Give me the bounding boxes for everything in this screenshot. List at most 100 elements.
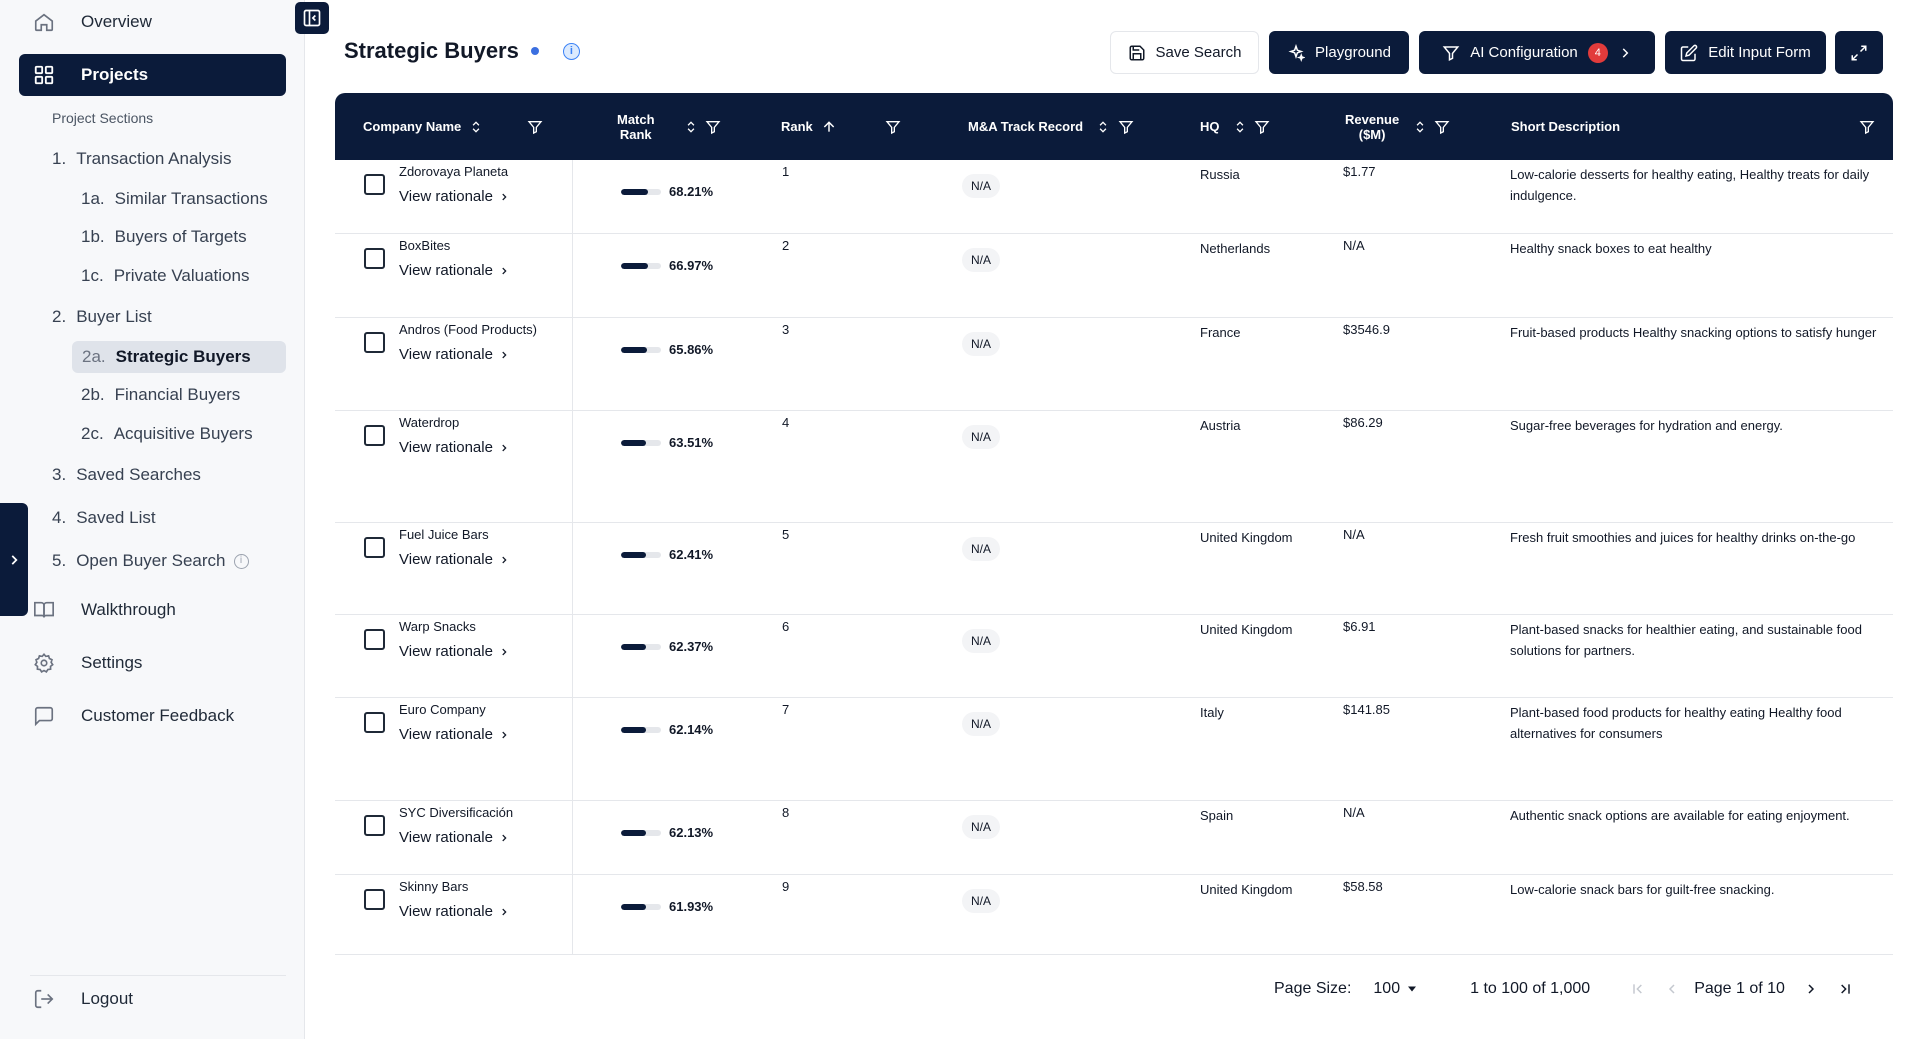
row-checkbox[interactable] (364, 815, 385, 836)
row-checkbox[interactable] (364, 332, 385, 353)
section-buyer-list[interactable]: 2. Buyer List (52, 301, 152, 333)
short-description: Sugar-free beverages for hydration and e… (1510, 418, 1783, 433)
column-company-name[interactable]: Company Name (363, 93, 483, 160)
row-checkbox[interactable] (364, 174, 385, 195)
view-rationale-link[interactable]: View rationale (399, 829, 509, 846)
page-title-text: Strategic Buyers (344, 38, 519, 63)
row-checkbox[interactable] (364, 425, 385, 446)
ai-configuration-label: AI Configuration (1470, 44, 1578, 61)
section-financial-buyers[interactable]: 2b. Financial Buyers (81, 379, 240, 411)
project-sections-label: Project Sections (52, 110, 154, 126)
row-checkbox[interactable] (364, 537, 385, 558)
nav-logout[interactable]: Logout (19, 978, 286, 1020)
row-checkbox[interactable] (364, 889, 385, 910)
filter-icon[interactable] (1434, 119, 1450, 135)
view-rationale-link[interactable]: View rationale (399, 903, 509, 920)
arrow-up-icon[interactable] (821, 119, 837, 135)
collapse-sidebar-button[interactable] (295, 2, 329, 34)
section-saved-searches[interactable]: 3. Saved Searches (52, 459, 201, 491)
sort-icon[interactable] (1096, 120, 1110, 134)
column-rank[interactable]: Rank (781, 93, 837, 160)
row-checkbox[interactable] (364, 248, 385, 269)
page-size-select[interactable]: 100 (1373, 980, 1418, 998)
edit-input-form-button[interactable]: Edit Input Form (1665, 31, 1826, 74)
filter-icon[interactable] (705, 119, 721, 135)
nav-settings[interactable]: Settings (19, 642, 286, 684)
info-icon[interactable]: i (233, 553, 249, 569)
filter-icon[interactable] (1118, 119, 1134, 135)
view-rationale-link[interactable]: View rationale (399, 346, 509, 363)
page-title: Strategic Buyers i (344, 38, 580, 64)
row-checkbox[interactable] (364, 629, 385, 650)
sidebar: Overview Projects Project Sections 1. Tra… (0, 0, 305, 1039)
fullscreen-button[interactable] (1835, 31, 1883, 74)
sort-icon[interactable] (684, 120, 698, 134)
rank-value: 6 (782, 619, 790, 634)
sort-icon[interactable] (469, 120, 483, 134)
table-row[interactable]: Waterdrop View rationale 63.51% 4 N/A Au… (335, 411, 1893, 523)
column-match-rank[interactable]: Match Rank (617, 93, 655, 160)
section-strategic-buyers[interactable]: 2a. Strategic Buyers (72, 341, 286, 373)
section-num: 1. (52, 149, 67, 168)
column-short-description[interactable]: Short Description (1511, 93, 1620, 160)
filter-icon[interactable] (1859, 119, 1875, 135)
view-rationale-link[interactable]: View rationale (399, 188, 509, 205)
column-ma-track-record[interactable]: M&A Track Record (968, 93, 1083, 160)
page-indicator: Page 1 of 10 (1694, 980, 1785, 997)
revenue-value: $141.85 (1343, 702, 1390, 717)
ai-configuration-button[interactable]: AI Configuration 4 (1419, 31, 1655, 74)
view-rationale-link[interactable]: View rationale (399, 726, 509, 743)
playground-button[interactable]: Playground (1269, 31, 1409, 74)
table-row[interactable]: Skinny Bars View rationale 61.93% 9 N/A … (335, 875, 1893, 955)
sort-icon[interactable] (1233, 120, 1247, 134)
filter-icon[interactable] (885, 119, 901, 135)
section-num: 2. (52, 307, 67, 326)
section-transaction-analysis[interactable]: 1. Transaction Analysis (52, 143, 231, 175)
sort-icon[interactable] (1413, 120, 1427, 134)
view-rationale-link[interactable]: View rationale (399, 262, 509, 279)
section-saved-list[interactable]: 4. Saved List (52, 502, 156, 534)
section-acquisitive-buyers[interactable]: 2c. Acquisitive Buyers (81, 418, 253, 450)
table-row[interactable]: BoxBites View rationale 66.97% 2 N/A Net… (335, 234, 1893, 318)
nav-projects[interactable]: Projects (19, 54, 286, 96)
section-open-buyer-search[interactable]: 5. Open Buyer Search i (52, 545, 249, 577)
nav-overview[interactable]: Overview (19, 1, 286, 43)
app: Overview Projects Project Sections 1. Tra… (0, 0, 1920, 1039)
ma-track-pill: N/A (962, 629, 1001, 653)
expand-sidebar-button[interactable] (0, 503, 28, 616)
ma-track-pill: N/A (962, 248, 1001, 272)
match-bar-fill (621, 830, 646, 836)
match-bar (621, 727, 661, 733)
column-hq[interactable]: HQ (1200, 93, 1220, 160)
save-search-button[interactable]: Save Search (1110, 31, 1259, 74)
row-checkbox[interactable] (364, 712, 385, 733)
info-icon[interactable]: i (562, 42, 580, 60)
first-page-icon[interactable] (1630, 981, 1646, 997)
table-row[interactable]: Zdorovaya Planeta View rationale 68.21% … (335, 160, 1893, 234)
next-page-icon[interactable] (1803, 981, 1819, 997)
section-private-valuations[interactable]: 1c. Private Valuations (81, 260, 249, 292)
view-rationale-label: View rationale (399, 643, 493, 660)
view-rationale-link[interactable]: View rationale (399, 551, 509, 568)
panel-left-close-icon (303, 9, 321, 27)
last-page-icon[interactable] (1837, 981, 1853, 997)
section-buyers-of-targets[interactable]: 1b. Buyers of Targets (81, 221, 247, 253)
column-revenue[interactable]: Revenue ($M) (1345, 93, 1399, 160)
view-rationale-link[interactable]: View rationale (399, 643, 509, 660)
table-row[interactable]: Fuel Juice Bars View rationale 62.41% 5 … (335, 523, 1893, 615)
table-row[interactable]: Warp Snacks View rationale 62.37% 6 N/A … (335, 615, 1893, 698)
filter-icon[interactable] (527, 119, 543, 135)
view-rationale-link[interactable]: View rationale (399, 439, 509, 456)
section-similar-transactions[interactable]: 1a. Similar Transactions (81, 183, 268, 215)
filter-icon[interactable] (1254, 119, 1270, 135)
table-row[interactable]: Euro Company View rationale 62.14% 7 N/A… (335, 698, 1893, 801)
column-label: Company Name (363, 119, 462, 134)
table-row[interactable]: SYC Diversificación View rationale 62.13… (335, 801, 1893, 875)
previous-page-icon[interactable] (1664, 981, 1680, 997)
nav-walkthrough[interactable]: Walkthrough (19, 589, 286, 631)
nav-customer-feedback[interactable]: Customer Feedback (19, 695, 286, 737)
match-bar (621, 263, 661, 269)
section-label: Transaction Analysis (76, 149, 232, 168)
revenue-value: $6.91 (1343, 619, 1376, 634)
table-row[interactable]: Andros (Food Products) View rationale 65… (335, 318, 1893, 411)
